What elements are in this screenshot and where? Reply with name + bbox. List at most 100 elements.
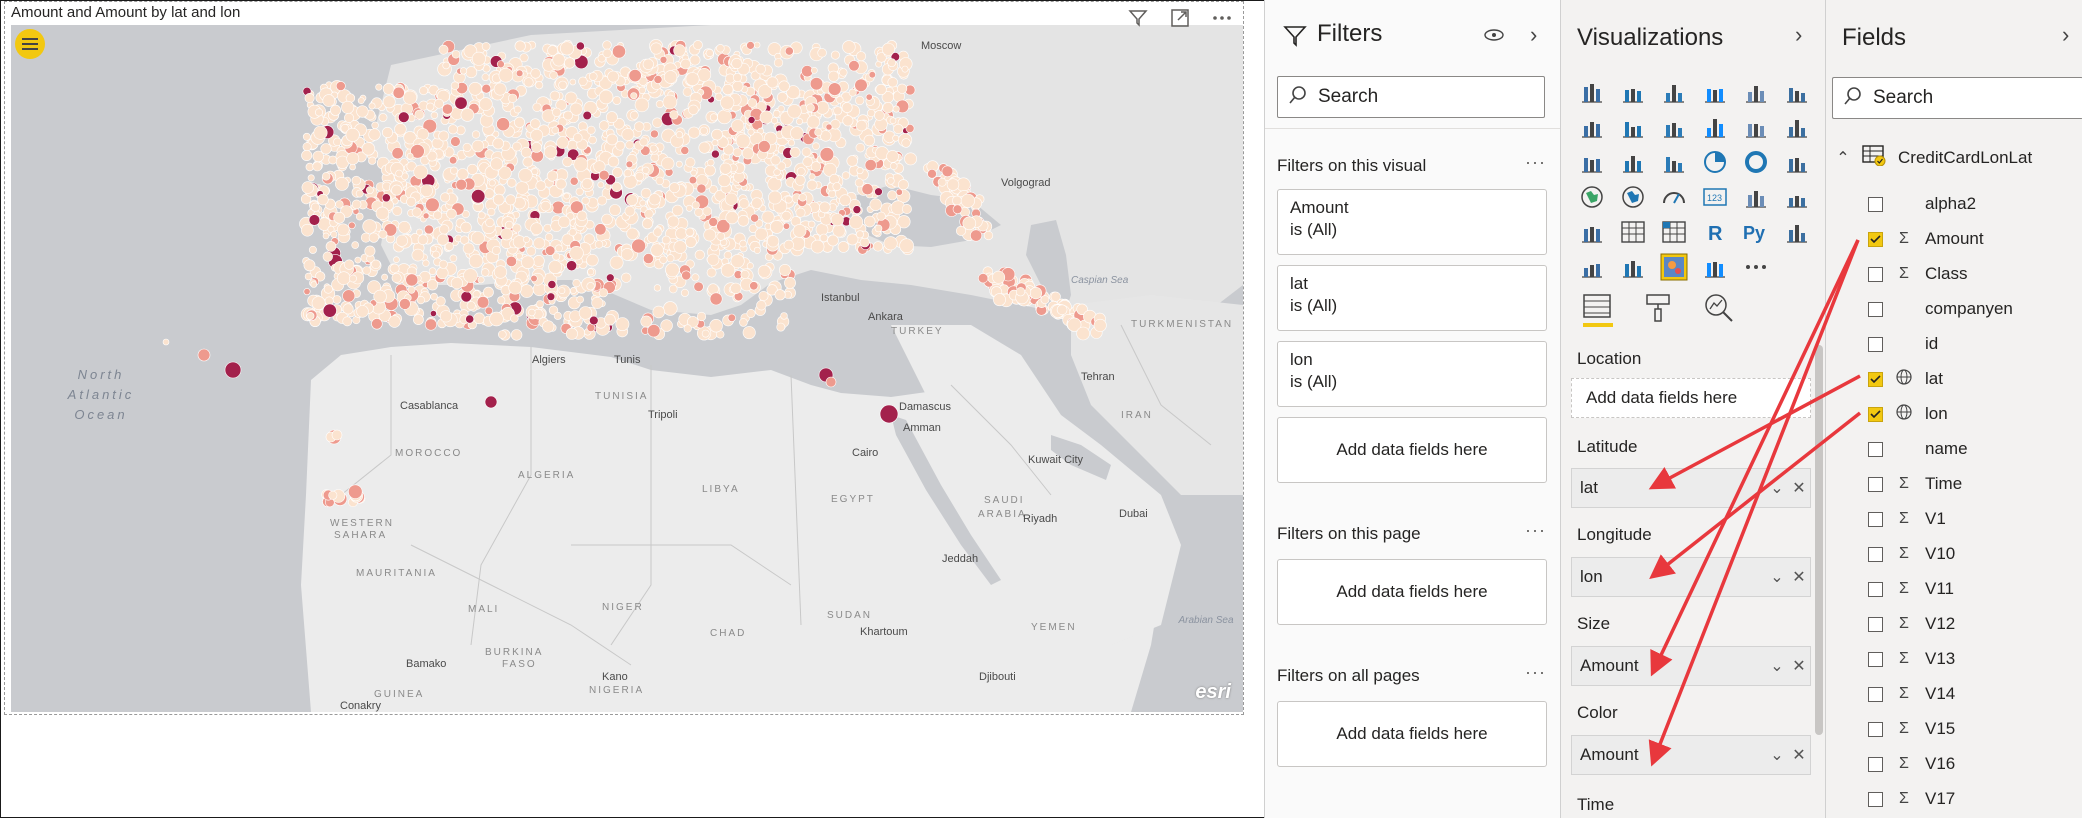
field-checkbox[interactable] (1868, 721, 1883, 737)
map-bubble[interactable] (782, 222, 790, 230)
map-bubble[interactable] (335, 176, 349, 191)
field-item-v1[interactable]: Σ V1 (1868, 505, 1946, 533)
map-bubble[interactable] (742, 326, 756, 340)
field-checkbox[interactable] (1868, 231, 1883, 247)
map-bubble[interactable] (825, 123, 833, 131)
map-bubble[interactable] (399, 298, 411, 310)
map-bubble[interactable] (675, 227, 688, 240)
map-bubble[interactable] (634, 171, 645, 182)
map-bubble[interactable] (848, 60, 860, 72)
map-bubble[interactable] (563, 192, 570, 200)
map-bubble[interactable] (776, 322, 786, 332)
map-bubble[interactable] (534, 81, 544, 90)
map-bubble[interactable] (766, 76, 779, 89)
map-bubble[interactable] (730, 282, 742, 295)
map-bubble[interactable] (887, 77, 898, 88)
map-bubble[interactable] (761, 210, 775, 224)
map-bubble[interactable] (597, 195, 607, 206)
map-bubble[interactable] (1093, 318, 1107, 332)
map-bubble[interactable] (546, 170, 559, 182)
map-bubble[interactable] (434, 98, 444, 109)
map-bubble[interactable] (661, 235, 671, 245)
map-bubble[interactable] (737, 215, 750, 227)
map-bubble[interactable] (301, 223, 314, 237)
map-bubble[interactable] (308, 245, 317, 254)
map-bubble[interactable] (892, 105, 900, 113)
map-bubble[interactable] (466, 163, 478, 175)
map-bubble[interactable] (476, 296, 490, 309)
map-bubble[interactable] (531, 168, 539, 176)
map-bubble[interactable] (531, 142, 542, 153)
map-bubble[interactable] (717, 109, 732, 125)
map-bubble[interactable] (810, 239, 825, 254)
map-bubble[interactable] (606, 133, 619, 146)
map-bubble[interactable] (665, 262, 680, 278)
map-bubble[interactable] (460, 291, 472, 303)
map-bubble[interactable] (867, 108, 876, 118)
map-bubble[interactable] (411, 248, 425, 262)
map-bubble[interactable] (328, 490, 338, 500)
field-checkbox[interactable] (1868, 616, 1883, 632)
field-checkbox[interactable] (1868, 686, 1883, 702)
map-bubble[interactable] (621, 128, 635, 141)
map-bubble[interactable] (462, 242, 475, 255)
field-item-v17[interactable]: Σ V17 (1868, 785, 1955, 813)
map-bubble[interactable] (597, 181, 605, 189)
map-bubble[interactable] (783, 239, 794, 251)
map-bubble[interactable] (406, 196, 417, 207)
map-bubble[interactable] (424, 318, 437, 331)
map-bubble[interactable] (663, 70, 678, 84)
key-influencers-visual-icon[interactable] (1776, 214, 1817, 249)
map-bubble[interactable] (510, 314, 519, 323)
map-bubble[interactable] (515, 252, 523, 260)
field-item-lon[interactable]: lon (1868, 400, 1948, 428)
map-bubble[interactable] (335, 81, 346, 91)
map-bubble[interactable] (594, 240, 604, 249)
map-bubble[interactable] (673, 240, 687, 254)
map-bubble[interactable] (701, 329, 710, 338)
map-bubble[interactable] (842, 40, 856, 54)
map-bubble[interactable] (746, 262, 754, 270)
map-bubble[interactable] (705, 48, 714, 57)
map-bubble[interactable] (577, 121, 588, 132)
map-bubble[interactable] (414, 109, 425, 120)
map-bubble[interactable] (578, 76, 588, 86)
map-bubble[interactable] (755, 63, 766, 75)
map-bubble[interactable] (395, 234, 408, 247)
map-bubble[interactable] (659, 255, 668, 264)
map-bubble[interactable] (450, 136, 461, 147)
map-bubble[interactable] (522, 156, 534, 168)
map-bubble[interactable] (505, 255, 517, 267)
field-item-v11[interactable]: Σ V11 (1868, 575, 1954, 603)
map-bubble[interactable] (652, 117, 663, 128)
map-bubble[interactable] (391, 147, 404, 160)
map-bubble[interactable] (430, 111, 439, 120)
map-bubble[interactable] (482, 286, 494, 298)
map-bubble[interactable] (442, 61, 451, 70)
map-bubble[interactable] (351, 175, 361, 186)
map-bubble[interactable] (490, 157, 504, 171)
map-bubble[interactable] (741, 147, 754, 160)
map-bubble[interactable] (361, 142, 376, 156)
map-bubble[interactable] (543, 145, 558, 159)
map-bubble[interactable] (586, 254, 599, 267)
map-bubble[interactable] (536, 300, 544, 308)
map-bubble[interactable] (836, 96, 844, 104)
map-bubble[interactable] (505, 194, 516, 206)
map-bubble[interactable] (420, 184, 433, 197)
map-bubble[interactable] (693, 281, 704, 292)
map-bubble[interactable] (576, 210, 588, 222)
map-bubble[interactable] (449, 156, 458, 165)
map-bubble[interactable] (757, 264, 771, 278)
map-bubble[interactable] (753, 246, 761, 254)
map-bubble[interactable] (830, 213, 844, 227)
map-bubble[interactable] (815, 223, 829, 236)
map-bubble[interactable] (322, 232, 330, 240)
map-bubble[interactable] (639, 137, 649, 147)
field-item-v16[interactable]: Σ V16 (1868, 750, 1955, 778)
map-bubble[interactable] (313, 125, 328, 140)
map-bubble[interactable] (777, 105, 785, 113)
map-bubble[interactable] (548, 260, 563, 274)
map-bubble[interactable] (436, 266, 449, 280)
map-bubble[interactable] (901, 204, 912, 215)
